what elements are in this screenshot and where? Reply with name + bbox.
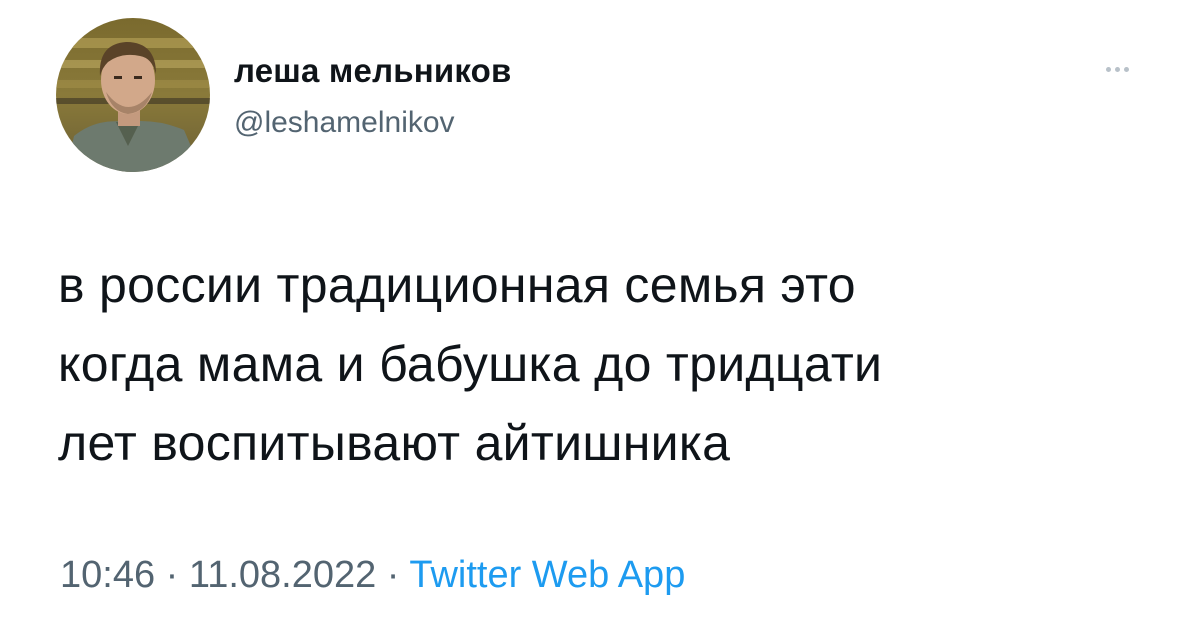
tweet-meta: 10:46 · 11.08.2022 · Twitter Web App (60, 554, 685, 597)
tweet-source-link[interactable]: Twitter Web App (409, 554, 685, 596)
avatar-photo (56, 18, 210, 172)
tweet-text-line: лет воспитывают айтишника (58, 415, 731, 471)
tweet-text: в россии традиционная семья это когда ма… (58, 246, 1158, 483)
more-horizontal-icon (1105, 66, 1111, 72)
user-handle[interactable]: @leshamelnikov (234, 106, 455, 140)
tweet-text-line: в россии традиционная семья это (58, 257, 856, 313)
avatar[interactable] (56, 18, 210, 172)
more-horizontal-icon-dot (1114, 66, 1120, 72)
tweet-date[interactable]: 11.08.2022 (189, 554, 376, 596)
tweet-time[interactable]: 10:46 (60, 554, 155, 596)
meta-separator: · (155, 554, 189, 596)
more-options-button[interactable] (1094, 56, 1140, 82)
meta-separator: · (376, 554, 410, 596)
display-name[interactable]: леша мельников (234, 52, 511, 90)
more-horizontal-icon-dot (1123, 66, 1129, 72)
tweet-text-line: когда мама и бабушка до тридцати (58, 336, 883, 392)
